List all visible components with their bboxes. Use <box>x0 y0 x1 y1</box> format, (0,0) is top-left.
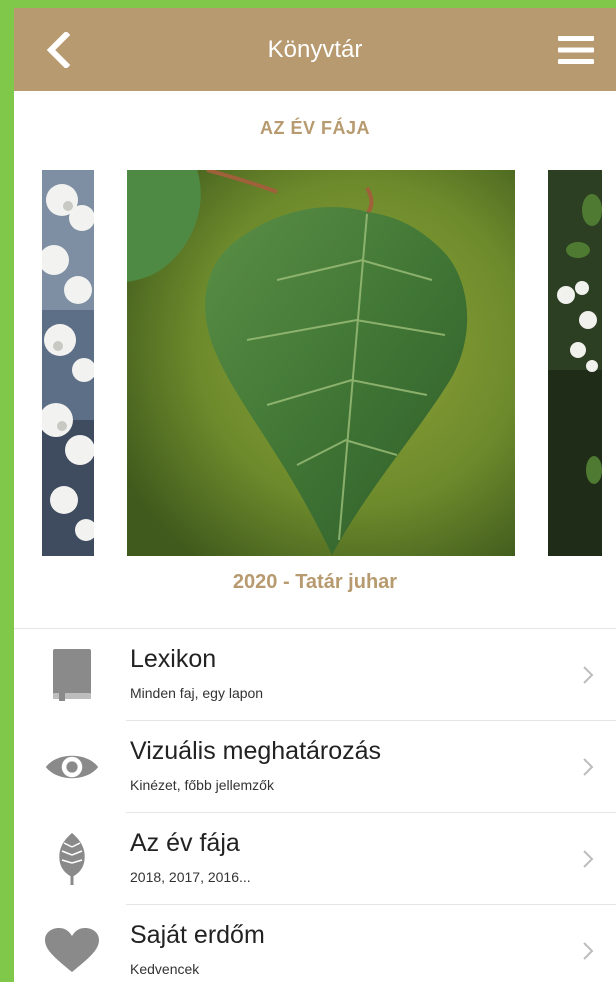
leaf-icon <box>44 831 100 887</box>
menu-button[interactable] <box>554 32 598 68</box>
menu-item-my-forest[interactable]: Saját erdőm Kedvencek <box>14 905 616 982</box>
carousel-slide-next[interactable] <box>548 170 602 556</box>
chevron-left-icon <box>46 32 71 68</box>
heart-icon <box>44 923 100 979</box>
maple-leaf-image <box>127 170 515 556</box>
menu-item-title: Saját erdőm <box>130 921 265 949</box>
chevron-right-icon <box>583 850 594 868</box>
menu-item-subtitle: Kedvencek <box>130 961 200 977</box>
menu-item-title: Az év fája <box>130 829 240 857</box>
menu-item-tree-of-the-year[interactable]: Az év fája 2018, 2017, 2016... <box>14 813 616 905</box>
menu-item-title: Vizuális meghatározás <box>130 737 382 765</box>
chevron-right-icon <box>583 666 594 684</box>
menu-item-subtitle: 2018, 2017, 2016... <box>130 869 251 885</box>
chevron-right-icon <box>583 758 594 776</box>
app-screen: Könyvtár AZ ÉV FÁJA 2020 - Tatár juhar L… <box>14 8 616 982</box>
menu-item-visual-identification[interactable]: Vizuális meghatározás Kinézet, főbb jell… <box>14 721 616 813</box>
carousel-slide-current[interactable] <box>127 170 515 556</box>
flowering-branch-image <box>548 170 602 556</box>
menu-item-title: Lexikon <box>130 645 217 673</box>
menu-list: Lexikon Minden faj, egy lapon Vizuális m… <box>14 629 616 982</box>
book-icon <box>44 647 100 703</box>
menu-item-subtitle: Minden faj, egy lapon <box>130 685 264 701</box>
carousel-slide-previous[interactable] <box>42 170 94 556</box>
menu-item-subtitle: Kinézet, főbb jellemzők <box>130 777 274 793</box>
page-title: Könyvtár <box>267 36 363 63</box>
eye-icon <box>44 739 100 795</box>
top-bar: Könyvtár <box>14 8 616 91</box>
back-button[interactable] <box>36 30 80 70</box>
featured-caption[interactable]: 2020 - Tatár juhar <box>14 571 616 594</box>
menu-item-lexikon[interactable]: Lexikon Minden faj, egy lapon <box>14 629 616 721</box>
blossom-image <box>42 170 94 556</box>
section-title: AZ ÉV FÁJA <box>259 118 370 138</box>
hamburger-menu-icon <box>558 36 594 64</box>
chevron-right-icon <box>583 942 594 960</box>
